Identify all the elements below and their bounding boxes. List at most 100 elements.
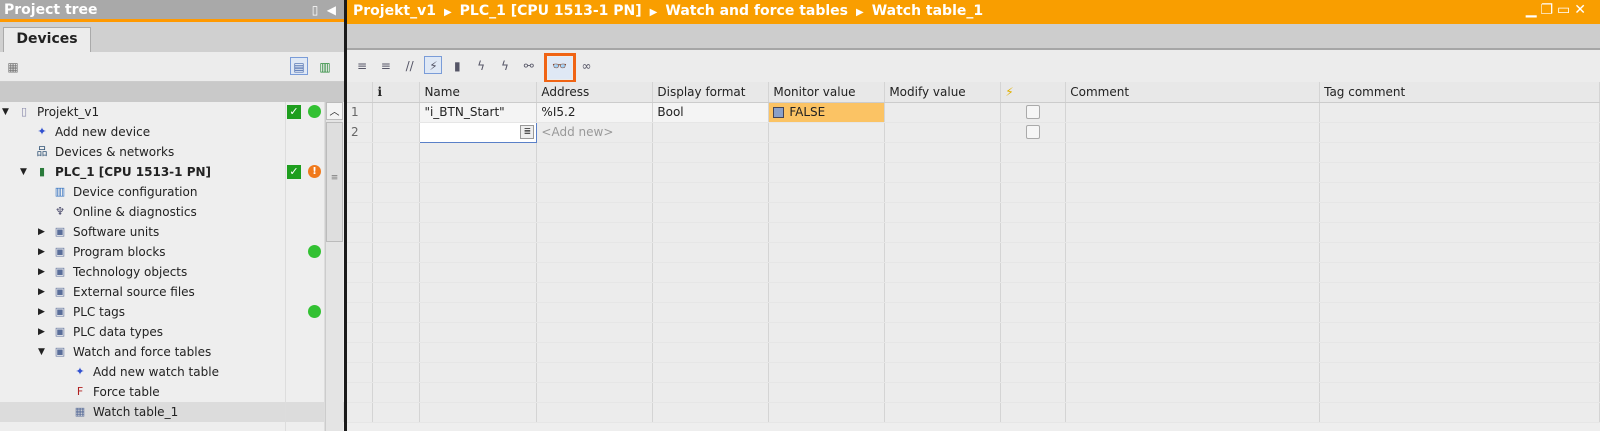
project-icon: ▯ xyxy=(20,105,28,118)
tag-comment-cell xyxy=(1319,102,1600,123)
expand-arrow-icon[interactable]: ▶ xyxy=(38,242,50,262)
empty-row xyxy=(347,282,1600,303)
breadcrumb-item[interactable]: Projekt_v1 xyxy=(353,3,436,19)
breadcrumb-item[interactable]: Watch table_1 xyxy=(872,3,983,19)
modify-value-cell[interactable] xyxy=(884,122,1002,143)
folder-icon: ▣ xyxy=(54,285,66,298)
name-input[interactable]: ≣ xyxy=(419,121,538,143)
show-force-columns-icon[interactable]: ⚡ xyxy=(424,56,443,74)
monitor-value-cell xyxy=(768,122,886,143)
network-icon: 品 xyxy=(36,145,48,158)
folder-icon: ▣ xyxy=(54,345,66,358)
folder-icon: ▣ xyxy=(54,245,66,258)
watch-table-editor: Projekt_v1 ▶ PLC_1 [CPU 1513-1 PN] ▶ Watch a… xyxy=(347,0,1600,431)
add-table-icon: ✦ xyxy=(75,365,85,378)
tree-scrollbar[interactable]: ︿ ≡ xyxy=(325,102,343,431)
restore-icon[interactable]: ❐ xyxy=(1540,2,1557,18)
tree-item-label: PLC tags xyxy=(73,305,126,319)
row-number[interactable]: 2 xyxy=(347,122,374,143)
overview-icon[interactable]: ▤ xyxy=(290,57,308,75)
comment-cell[interactable] xyxy=(1065,102,1321,123)
tag-comment-cell xyxy=(1319,122,1600,143)
layout-icon[interactable]: ▯ xyxy=(312,3,319,17)
col-header-name[interactable]: Name xyxy=(419,82,538,103)
bool-false-icon xyxy=(773,107,785,118)
table-row[interactable]: 2 ≣ <Add new> xyxy=(347,121,1600,143)
add-new-cell[interactable]: <Add new> xyxy=(536,122,654,143)
breadcrumb-item[interactable]: Watch and force tables xyxy=(665,3,848,19)
monitor-value-cell: FALSE xyxy=(768,102,886,123)
project-tree-panel: Project tree ▯ ◀ Devices ▦ ▤ ▥ ▼ ▯ Projekt… xyxy=(0,0,344,431)
export-icon[interactable]: ▥ xyxy=(316,58,334,76)
add-row-icon[interactable]: ≡ xyxy=(377,57,395,75)
insert-row-icon[interactable]: ≡ xyxy=(353,57,371,75)
col-header-row xyxy=(347,82,374,103)
modify-value-cell[interactable] xyxy=(884,102,1002,123)
display-format-cell[interactable]: Bool xyxy=(652,102,770,123)
name-cell[interactable]: "i_BTN_Start" xyxy=(419,102,538,123)
folder-icon: ▣ xyxy=(54,265,66,278)
collapse-arrow-icon[interactable]: ▼ xyxy=(20,162,32,182)
col-header-address[interactable]: Address xyxy=(536,82,654,103)
tree-item-label: Watch table_1 xyxy=(93,405,179,419)
diagnostics-icon: ♆ xyxy=(55,205,65,218)
panel-title: Project tree xyxy=(4,2,98,18)
empty-row xyxy=(347,142,1600,163)
close-icon[interactable]: ✕ xyxy=(1574,2,1590,18)
insert-comment-row-icon[interactable]: // xyxy=(401,57,419,75)
monitor-now-icon[interactable]: ∞ xyxy=(577,57,595,75)
breadcrumb-item[interactable]: PLC_1 [CPU 1513-1 PN] xyxy=(460,3,642,19)
col-header-modify-icon[interactable]: ⚡ xyxy=(1000,82,1067,103)
tag-picker-icon[interactable]: ≣ xyxy=(520,124,535,139)
folder-icon: ▣ xyxy=(54,305,66,318)
new-group-icon[interactable]: ▦ xyxy=(4,58,22,76)
tree-item-label: Device configuration xyxy=(73,185,198,199)
breadcrumb: Projekt_v1 ▶ PLC_1 [CPU 1513-1 PN] ▶ Watch a… xyxy=(347,0,1600,24)
tree-item-label: Software units xyxy=(73,225,160,239)
monitor-all-icon[interactable]: 👓 xyxy=(543,53,576,83)
modify-now-icon[interactable]: ϟ xyxy=(472,57,490,75)
empty-row xyxy=(347,342,1600,363)
table-row[interactable]: 1 "i_BTN_Start" %I5.2 Bool FALSE xyxy=(347,102,1600,123)
expand-arrow-icon[interactable]: ▶ xyxy=(38,282,50,302)
force-table-icon: F xyxy=(76,385,84,398)
add-device-icon: ✦ xyxy=(37,125,47,138)
folder-icon: ▣ xyxy=(54,225,66,238)
modify-checkbox[interactable] xyxy=(1026,105,1041,120)
scroll-up-icon[interactable]: ︿ xyxy=(326,102,343,120)
tree-item-label: PLC data types xyxy=(73,325,164,339)
empty-row xyxy=(347,362,1600,383)
row-number[interactable]: 1 xyxy=(347,102,374,123)
expand-arrow-icon[interactable]: ▶ xyxy=(38,322,50,342)
collapse-arrow-icon[interactable]: ▼ xyxy=(38,342,50,362)
info-cell xyxy=(372,102,421,123)
empty-row xyxy=(347,182,1600,203)
comment-cell[interactable] xyxy=(1065,122,1321,143)
maximize-icon[interactable]: ▭ xyxy=(1557,2,1574,18)
col-header-info[interactable]: i xyxy=(372,82,421,103)
col-header-display-format[interactable]: Display format xyxy=(652,82,770,103)
display-format-cell[interactable] xyxy=(652,122,770,143)
collapse-panel-icon[interactable]: ◀ xyxy=(327,3,336,17)
col-header-monitor-value[interactable]: Monitor value xyxy=(768,82,886,103)
tree-item-label: Force table xyxy=(93,385,160,399)
collapse-arrow-icon[interactable]: ▼ xyxy=(2,102,14,122)
minimize-icon[interactable]: ▁ xyxy=(1526,2,1541,18)
expand-arrow-icon[interactable]: ▶ xyxy=(38,302,50,322)
scroll-thumb[interactable]: ≡ xyxy=(326,122,343,242)
col-header-comment[interactable]: Comment xyxy=(1065,82,1321,103)
device-config-icon: ▥ xyxy=(54,185,66,198)
empty-row xyxy=(347,302,1600,323)
tree-item-label: Projekt_v1 xyxy=(37,105,100,119)
enable-peripheral-outputs-icon[interactable]: ⚯ xyxy=(520,57,538,75)
col-header-modify-value[interactable]: Modify value xyxy=(884,82,1002,103)
show-extended-columns-icon[interactable]: ▮ xyxy=(448,57,466,75)
modify-checkbox[interactable] xyxy=(1026,125,1041,140)
address-cell[interactable]: %I5.2 xyxy=(536,102,654,123)
tab-devices[interactable]: Devices xyxy=(3,27,91,52)
modify-with-trigger-icon[interactable]: ϟ xyxy=(496,57,514,75)
col-header-tag-comment[interactable]: Tag comment xyxy=(1319,82,1600,103)
expand-arrow-icon[interactable]: ▶ xyxy=(38,222,50,242)
info-cell xyxy=(372,122,421,143)
expand-arrow-icon[interactable]: ▶ xyxy=(38,262,50,282)
